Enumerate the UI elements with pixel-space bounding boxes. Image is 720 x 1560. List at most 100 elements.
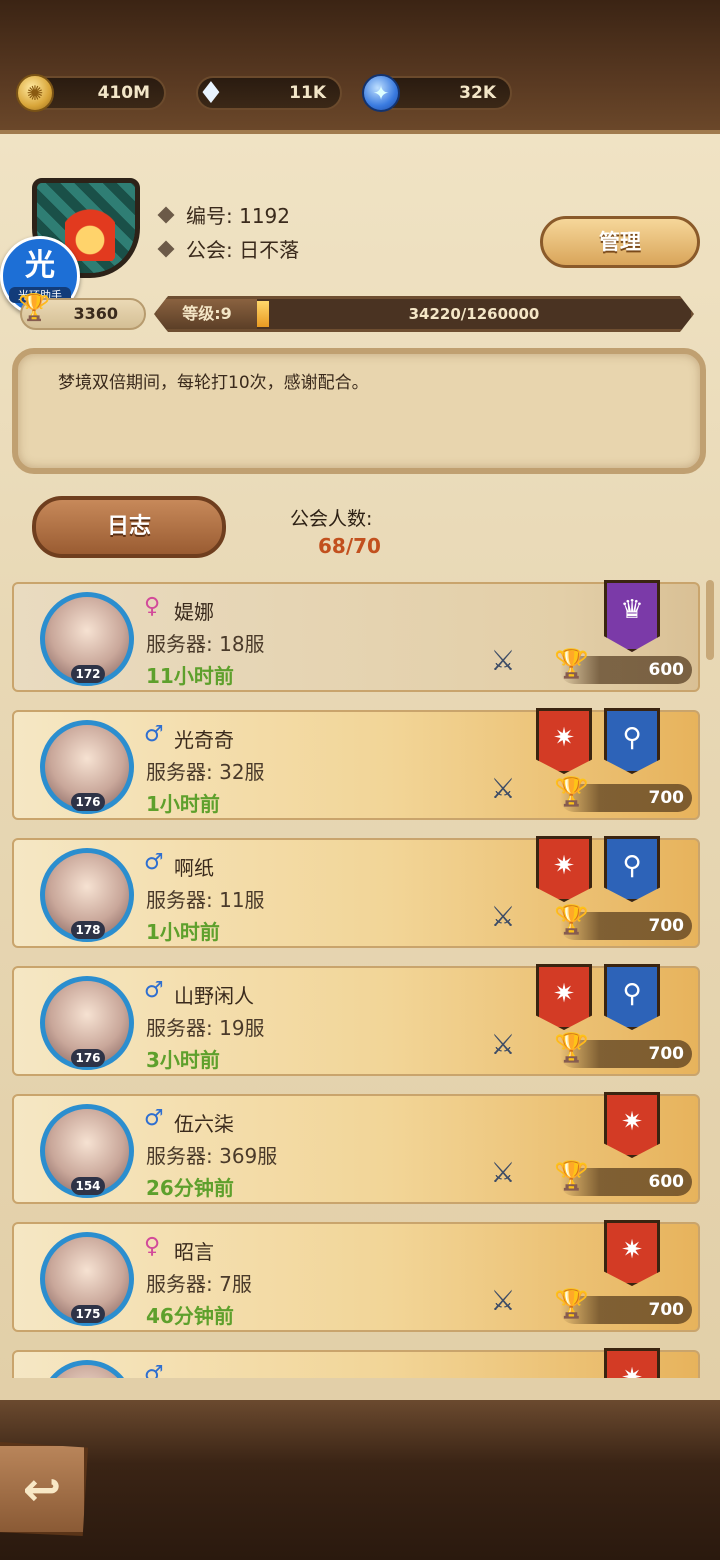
member-score-value: 700 [648,1300,685,1320]
guild-name: 公会: 日不落 [186,238,300,262]
member-avatar[interactable]: 176 [40,720,134,814]
guild-trophy-value: 3360 [73,304,118,323]
trophy-icon: 🏆 [554,1287,589,1320]
member-server: 服务器: 369服 [146,1144,278,1168]
member-avatar[interactable]: 154 [40,1104,134,1198]
member-level: 172 [71,665,105,683]
member-name: 伍六柒 [174,1112,234,1136]
member-last-online: 3小时前 [146,1048,220,1072]
member-score-value: 700 [648,1044,685,1064]
diamond-icon: ♦ [197,75,225,111]
male-icon: ♂ [144,850,164,875]
member-card[interactable]: ♂⚔🏆✷ [12,1348,700,1378]
guild-level: 等级:9 [157,299,257,329]
helper-badge-glyph: 光 [25,248,55,283]
member-card[interactable]: 172 ♀ 媞娜 服务器: 18服 11小时前 ⚔ 🏆 600 ♛ [12,580,700,692]
member-avatar[interactable]: 178 [40,848,134,942]
trophy-icon: 🏆 [554,903,589,936]
member-score-value: 700 [648,916,685,936]
member-trophy-score: 🏆 700 [554,778,692,812]
bullet-diamond-icon [157,240,175,257]
female-icon: ♀ [144,1234,161,1259]
scroll-value: 32K [459,83,496,103]
trophy-icon: 🏆 [554,1031,589,1064]
member-name: 媞娜 [174,600,214,624]
crossed-swords-icon: ⚔ [490,1284,516,1317]
member-server: 服务器: 7服 [146,1272,252,1296]
diamond-counter[interactable]: ♦ 11K [196,76,342,111]
member-score-value: 600 [648,1172,685,1192]
female-icon: ♀ [144,594,161,619]
member-server: 服务器: 32服 [146,760,265,784]
member-avatar[interactable] [40,1360,134,1378]
member-trophy-score: 🏆 700 [554,906,692,940]
member-card[interactable]: 154 ♂ 伍六柒服务器: 369服 26分钟前 ⚔ 🏆 600 ✷ [12,1092,700,1204]
member-server: 服务器: 18服 [146,632,265,656]
member-avatar[interactable]: 176 [40,976,134,1070]
red-banner-icon: ✷ [536,708,592,774]
member-level: 178 [71,921,105,939]
member-level: 175 [71,1305,105,1323]
member-card[interactable]: 176 ♂ 光奇奇服务器: 32服 1小时前 ⚔ 🏆 700 ✷ ⚲ [12,708,700,820]
male-icon: ♂ [144,978,164,1003]
gold-coin-icon: ✺ [16,74,54,112]
blue-banner-icon: ⚲ [604,708,660,774]
guild-exp: 34220/1260000 [408,305,540,323]
trophy-icon: 🏆 [554,1159,589,1192]
gold-counter[interactable]: ✺ 410M [16,74,166,112]
guild-notice: 梦境双倍期间，每轮打10次，感谢配合。 [12,348,706,474]
member-list-scrollbar[interactable] [706,580,714,660]
male-icon: ♂ [144,1362,164,1378]
member-name: 光奇奇 [174,728,234,752]
member-server: 服务器: 11服 [146,888,265,912]
gold-value: 410M [97,83,150,103]
member-count-label: 公会人数: [290,508,373,530]
log-button[interactable]: 日志 [32,496,226,558]
red-banner-icon: ✷ [536,836,592,902]
guild-id: 编号: 1192 [186,204,290,228]
diamond-value: 11K [289,83,326,103]
member-trophy-score: 🏆 700 [554,1290,692,1324]
blue-banner-icon: ⚲ [604,836,660,902]
member-score-value: 700 [648,788,685,808]
back-button[interactable]: ↩ [0,1442,88,1536]
member-last-online: 26分钟前 [146,1176,234,1200]
member-name: 昭言 [174,1240,214,1264]
trophy-icon: 🏆 [554,775,589,808]
member-server: 服务器: 19服 [146,1016,265,1040]
member-score-value: 600 [648,660,685,680]
member-trophy-score: 🏆 700 [554,1034,692,1068]
male-icon: ♂ [144,1106,164,1131]
guild-id-row: 编号: 1192 [157,200,290,229]
back-arrow-icon: ↩ [22,1462,62,1516]
member-card[interactable]: 176 ♂ 山野闲人 服务器: 19服 3小时前 ⚔ 🏆 700 ✷ ⚲ [12,964,700,1076]
member-avatar[interactable]: 172 [40,592,134,686]
guild-trophy-counter: 🏆 3360 [18,294,146,330]
scroll-counter[interactable]: ✦ 32K [362,74,512,112]
member-level: 176 [71,1049,105,1067]
member-last-online: 1小时前 [146,792,220,816]
crossed-swords-icon: ⚔ [490,772,516,805]
red-banner-icon: ✷ [604,1092,660,1158]
member-trophy-score: 🏆 600 [554,1162,692,1196]
blue-banner-icon: ⚲ [604,964,660,1030]
trophy-icon: 🏆 [554,647,589,680]
member-card[interactable]: 175 ♀ 昭言 服务器: 7服 46分钟前 ⚔ 🏆 700 ✷ [12,1220,700,1332]
bullet-diamond-icon [157,206,175,223]
member-avatar[interactable]: 175 [40,1232,134,1326]
purple-banner-icon: ♛ [604,580,660,652]
bottom-bar [0,1400,720,1560]
guild-level-bar: 等级:9 34220/1260000 [154,296,694,332]
manage-button[interactable]: 管理 [540,216,700,268]
member-count-value: 68/70 [318,534,381,558]
member-card[interactable]: 178 ♂ 啊纸 服务器: 11服 1小时前 ⚔ 🏆 700 ✷ ⚲ [12,836,700,948]
member-name: 山野闲人 [174,984,254,1008]
blue-scroll-icon: ✦ [362,74,400,112]
crossed-swords-icon: ⚔ [490,644,516,677]
crossed-swords-icon: ⚔ [490,900,516,933]
trophy-icon: 🏆 [18,293,51,323]
member-list[interactable]: 172 ♀ 媞娜 服务器: 18服 11小时前 ⚔ 🏆 600 ♛ 176 ♂ 光奇奇 服务器: 32服… [0,576,720,1378]
male-icon: ♂ [144,722,164,747]
crossed-swords-icon: ⚔ [490,1156,516,1189]
top-resource-bar [0,0,720,140]
